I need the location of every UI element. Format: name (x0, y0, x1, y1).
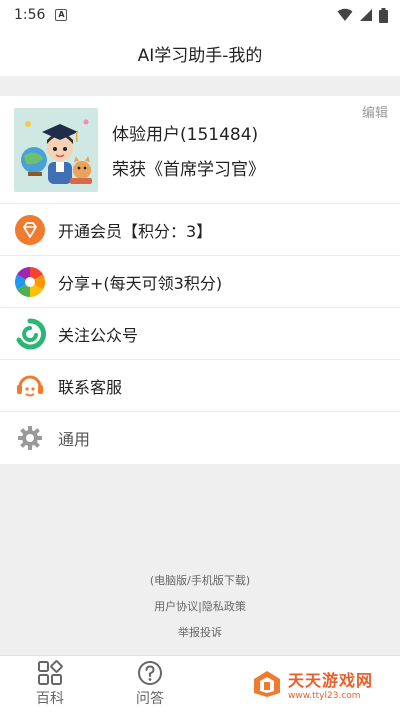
menu-label-general: 通用 (58, 430, 91, 449)
menu-label-follow: 关注公众号 (58, 325, 139, 345)
report-link[interactable]: 举报投诉 (0, 620, 400, 646)
question-icon (138, 661, 162, 685)
nav-label-qa: 问答 (136, 691, 164, 707)
menu-label-share: 分享+(每天可领3积分) (58, 273, 223, 293)
download-link[interactable]: (电脑版/手机版下载) (0, 568, 400, 594)
menu-label-membership: 开通会员【积分：3】 (58, 221, 213, 241)
status-bar: 1:56 A (0, 0, 400, 30)
edit-button[interactable]: 编辑 (362, 102, 388, 121)
menu-item-membership[interactable]: 开通会员【积分：3】 (0, 204, 400, 256)
signal-icon (360, 9, 372, 21)
page-title: AI学习助手-我的 (0, 30, 400, 76)
privacy-policy-link[interactable]: 隐私政策 (202, 600, 246, 613)
share-aperture-icon (14, 266, 46, 298)
user-name: 体验用户(151484) (112, 124, 259, 145)
watermark-url: www.ttyl23.com (287, 691, 361, 701)
watermark-logo-icon (253, 671, 280, 697)
profile-card[interactable]: 体验用户(151484) 荣获《首席学习官》 编辑 (0, 96, 400, 204)
user-agreement-link[interactable]: 用户协议 (154, 600, 198, 613)
user-honor: 荣获《首席学习官》 (112, 159, 265, 180)
customer-service-icon (14, 370, 46, 402)
menu-label-support: 联系客服 (58, 377, 123, 397)
menu-item-support[interactable]: 联系客服 (0, 360, 400, 412)
diamond-icon (14, 214, 46, 246)
nav-label-encyclopedia: 百科 (36, 691, 64, 707)
footer-links: (电脑版/手机版下载) 用户协议|隐私政策 举报投诉 (0, 568, 400, 646)
battery-icon (379, 7, 388, 23)
menu-list: 开通会员【积分：3】 分享+(每天可领3积分) 关注公众号 联系客服 通用 (0, 204, 400, 464)
bottom-nav: 百科 问答 天天游戏网 www.ttyl23.com (0, 655, 400, 712)
watermark: 天天游戏网 www.ttyl23.com (225, 656, 400, 712)
status-time: 1:56 (14, 7, 46, 23)
avatar[interactable] (14, 107, 98, 192)
menu-item-follow[interactable]: 关注公众号 (0, 308, 400, 360)
policy-links: 用户协议|隐私政策 (0, 594, 400, 620)
official-account-icon (14, 317, 46, 350)
gear-icon (14, 422, 46, 454)
nav-item-encyclopedia[interactable]: 百科 (0, 656, 100, 712)
watermark-title: 天天游戏网 (287, 671, 373, 690)
grid-icon (38, 660, 63, 685)
nav-item-qa[interactable]: 问答 (100, 656, 200, 712)
wifi-icon (337, 8, 353, 21)
menu-item-general[interactable]: 通用 (0, 412, 400, 464)
menu-item-share[interactable]: 分享+(每天可领3积分) (0, 256, 400, 308)
notification-badge: A (55, 9, 68, 21)
